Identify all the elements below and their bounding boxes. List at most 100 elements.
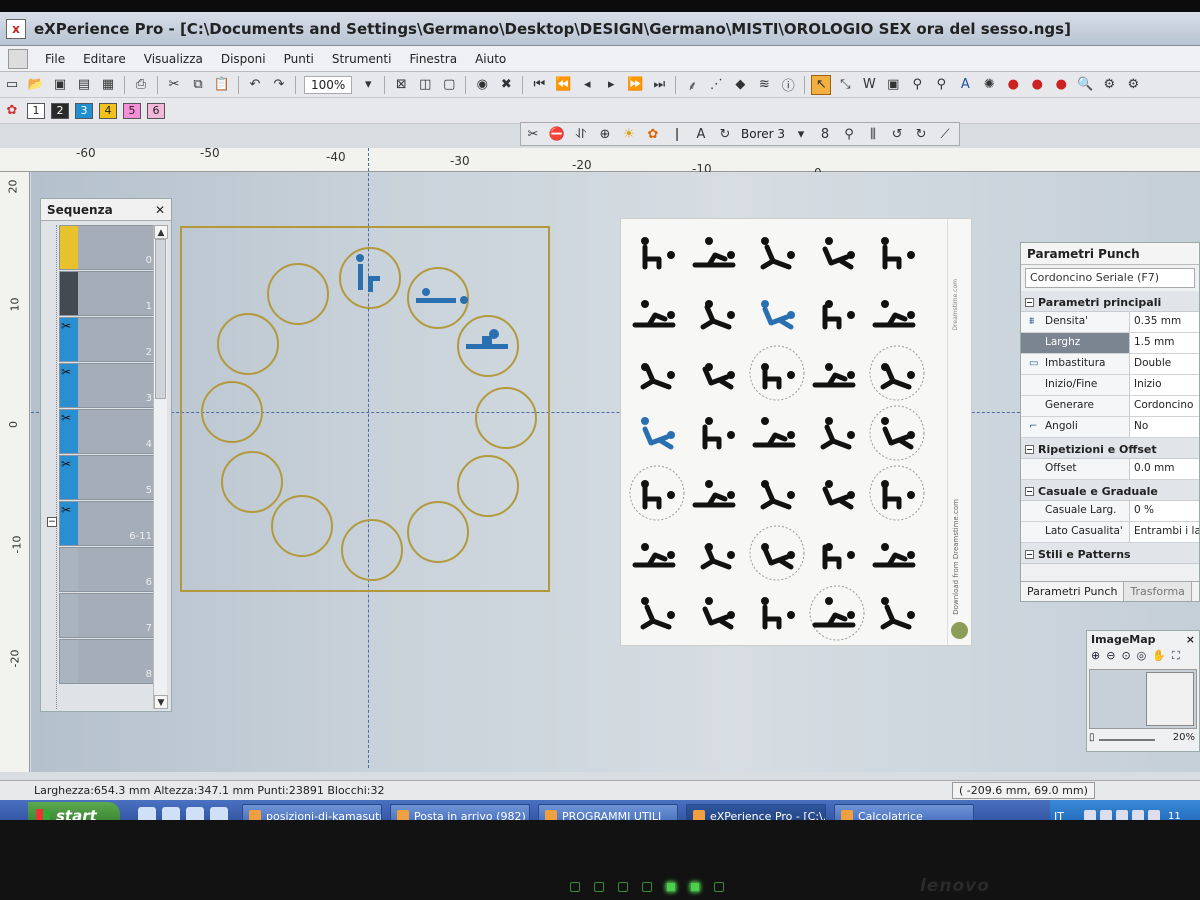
tray-icon[interactable]: [1083, 810, 1096, 820]
sequence-item[interactable]: ✂ 2: [59, 317, 159, 362]
task-button[interactable]: Posta in arrivo (982) ...: [390, 804, 530, 820]
language-indicator[interactable]: IT: [1054, 810, 1064, 821]
lock-icon[interactable]: ⊕: [595, 124, 615, 144]
back-fast-icon[interactable]: ⏪: [553, 75, 573, 95]
task-button[interactable]: posizioni-di-kamasutr...: [242, 804, 382, 820]
needle-icon[interactable]: ⸙: [682, 75, 702, 95]
zoom-select[interactable]: 100%: [304, 75, 353, 94]
tray-icon[interactable]: [1099, 810, 1112, 820]
property-row[interactable]: Lato Casualita'Entrambi i lati: [1021, 522, 1199, 543]
tie-icon[interactable]: ⥯: [571, 124, 591, 144]
needle-stroke-icon[interactable]: ǀ: [667, 124, 687, 144]
zoom-page-icon[interactable]: ▢: [439, 75, 459, 95]
sequence-item[interactable]: 8: [59, 639, 159, 684]
property-value[interactable]: 1.5 mm: [1129, 333, 1199, 353]
start-button[interactable]: start: [28, 802, 120, 820]
zoom-fit-icon[interactable]: ⊠: [391, 75, 411, 95]
property-row[interactable]: Inizio/Fine Inizio: [1021, 375, 1199, 396]
column-icon[interactable]: ⫼: [863, 124, 883, 144]
collapse-icon[interactable]: −: [1025, 445, 1034, 454]
magnet-icon[interactable]: ⚲: [907, 75, 927, 95]
sequence-item[interactable]: ✂ 4: [59, 409, 159, 454]
property-category[interactable]: − Casuale e Graduale: [1021, 480, 1199, 501]
color-button-2[interactable]: 2: [51, 102, 69, 119]
loop-icon[interactable]: ↺: [887, 124, 907, 144]
zoom-out-icon[interactable]: ⊖: [1106, 649, 1115, 667]
property-row[interactable]: Larghz 1.5 mm: [1021, 333, 1199, 354]
menu-disponi[interactable]: Disponi: [212, 52, 275, 66]
chevron-down-icon[interactable]: ▾: [791, 124, 811, 144]
sequence-item[interactable]: 6: [59, 547, 159, 592]
menu-file[interactable]: File: [36, 52, 74, 66]
desktop-icon[interactable]: [138, 807, 156, 820]
zoom-in-icon[interactable]: ⊕: [1091, 649, 1100, 667]
tab-parametri-punch[interactable]: Parametri Punch: [1021, 582, 1125, 601]
cut-icon[interactable]: ✂: [164, 75, 184, 95]
property-value[interactable]: Cordoncino: [1129, 396, 1199, 416]
property-row[interactable]: Generare Cordoncino: [1021, 396, 1199, 417]
reference-image[interactable]: Dreamstime.com Download from Dreamstime.…: [620, 218, 972, 646]
app-icon[interactable]: [210, 807, 228, 820]
letter-a-icon[interactable]: A: [691, 124, 711, 144]
open-icon[interactable]: 📂: [26, 75, 46, 95]
property-value[interactable]: 0.0 mm: [1129, 459, 1199, 479]
satin-icon[interactable]: ≋: [754, 75, 774, 95]
sparkle-icon[interactable]: ✺: [979, 75, 999, 95]
paste-icon[interactable]: 📋: [212, 75, 232, 95]
document-icon[interactable]: [8, 48, 28, 69]
menu-visualizza[interactable]: Visualizza: [135, 52, 212, 66]
back-icon[interactable]: ◂: [577, 75, 597, 95]
hide-icon[interactable]: ✖: [496, 75, 516, 95]
node-edit-icon[interactable]: ⤡: [835, 75, 855, 95]
stitch-type-select[interactable]: Cordoncino Seriale (F7): [1025, 268, 1195, 288]
clock-design[interactable]: [180, 226, 550, 592]
loop2-icon[interactable]: ↻: [911, 124, 931, 144]
close-icon[interactable]: ×: [1186, 633, 1195, 647]
text-tool-icon[interactable]: A: [955, 75, 975, 95]
tray-icon[interactable]: [1131, 810, 1144, 820]
figure-8-icon[interactable]: 8: [815, 124, 835, 144]
property-value[interactable]: Double: [1129, 354, 1199, 374]
color-button-6[interactable]: 6: [147, 102, 165, 119]
red-dot-icon[interactable]: ●: [1051, 75, 1071, 95]
zoom-slider-handle[interactable]: ▯: [1089, 732, 1095, 743]
property-value[interactable]: 0 %: [1129, 501, 1199, 521]
magnet2-icon[interactable]: ⚲: [931, 75, 951, 95]
sequence-item[interactable]: 0: [59, 225, 159, 270]
stitch-icon[interactable]: ⋰: [706, 75, 726, 95]
scissors-icon[interactable]: ✂: [523, 124, 543, 144]
scroll-up-icon[interactable]: ▲: [154, 225, 168, 239]
property-row[interactable]: ▭ Imbastitura Double: [1021, 354, 1199, 375]
info-icon[interactable]: ⓘ: [778, 75, 798, 95]
scroll-thumb[interactable]: [155, 239, 166, 399]
sequence-item[interactable]: ✂ 6-11: [59, 501, 159, 546]
menu-aiuto[interactable]: Aiuto: [466, 52, 515, 66]
sequence-item[interactable]: 1: [59, 271, 159, 316]
property-value[interactable]: Inizio: [1129, 375, 1199, 395]
property-value[interactable]: 0.35 mm: [1129, 312, 1199, 332]
app-icon[interactable]: x: [6, 18, 26, 39]
sequence-scrollbar[interactable]: ▲ ▼: [153, 225, 168, 709]
tray-icon[interactable]: [1115, 810, 1128, 820]
tools2-icon[interactable]: ⚙: [1123, 75, 1143, 95]
task-button[interactable]: PROGRAMMI UTILI: [538, 804, 678, 820]
undo-icon[interactable]: ↶: [245, 75, 265, 95]
browser-icon[interactable]: [162, 807, 180, 820]
task-button[interactable]: eXPerience Pro - [C:\...: [686, 804, 826, 820]
fill-icon[interactable]: ◆: [730, 75, 750, 95]
select-tool-icon[interactable]: ↖: [811, 74, 832, 95]
imagemap-preview[interactable]: [1089, 669, 1197, 729]
sequence-item[interactable]: ✂ 3: [59, 363, 159, 408]
scroll-down-icon[interactable]: ▼: [154, 695, 168, 709]
spool-icon[interactable]: ⚲: [839, 124, 859, 144]
sequence-item[interactable]: 7: [59, 593, 159, 638]
collapse-icon[interactable]: −: [1025, 487, 1034, 496]
imagemap-viewport[interactable]: [1146, 672, 1194, 726]
property-category[interactable]: − Stili e Patterns: [1021, 543, 1199, 564]
property-value[interactable]: Entrambi i lati: [1129, 522, 1199, 542]
zoom-selection-icon[interactable]: ◫: [415, 75, 435, 95]
print-icon[interactable]: ⎙: [131, 75, 151, 95]
last-icon[interactable]: ⏭: [649, 75, 669, 95]
property-value[interactable]: No: [1129, 417, 1199, 437]
copy-icon[interactable]: ⧉: [188, 75, 208, 95]
